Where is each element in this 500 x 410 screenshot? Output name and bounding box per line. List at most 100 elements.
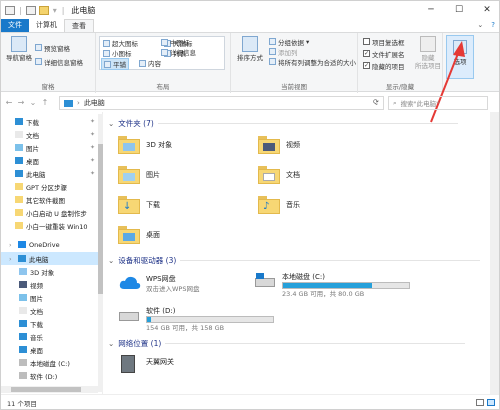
large-icons-view-icon[interactable] [487,399,495,406]
window-menu-icon[interactable] [5,5,15,15]
forward-icon[interactable]: → [15,98,27,107]
section-network[interactable]: ⌄ 网络位置 (1) [108,338,466,349]
up-icon[interactable]: ↑ [39,98,51,107]
chevron-right-icon[interactable]: › [9,241,15,249]
sidebar-item[interactable]: 小白启动 U 盘制作步 [1,206,99,219]
help-icon[interactable]: ? [491,19,495,32]
checkbox-checked[interactable]: ✓ [363,50,370,57]
ribbon-tabs: 文件 计算机 查看 ⌄ ? [1,19,499,32]
sort-by-button[interactable]: 排序方式 [235,36,265,62]
properties-icon[interactable] [25,5,36,15]
add-columns-button[interactable]: 添加列 [269,47,298,57]
folder-videos[interactable]: 视频 [258,136,300,154]
group-label: 显示/隐藏 [385,83,415,91]
section-folders[interactable]: ⌄ 文件夹 (7) [108,118,458,129]
sidebar-item[interactable]: 本地磁盘 (C:) [1,356,99,369]
sidebar-item[interactable]: 文档 ✦ [1,128,99,141]
device-drive-d[interactable]: 软件 (D:) 154 GB 可用，共 158 GB [118,306,274,333]
fit-columns-button[interactable]: 将所有列调整为合适的大小 [269,57,356,67]
sidebar-scrollbar[interactable] [98,114,103,392]
hide-selected-button[interactable]: 隐藏 所选项目 [414,36,442,70]
close-button[interactable]: ✕ [473,1,499,19]
sidebar-item[interactable]: 文档 [1,304,99,317]
file-extensions-toggle[interactable]: ✓ 文件扩展名 [363,49,405,59]
folder-3d-objects[interactable]: 3D 对象 [118,136,172,154]
maximize-button[interactable]: ☐ [445,1,473,19]
usage-bar [282,282,410,289]
nav-pane-button[interactable]: 导航窗格 [4,36,34,62]
sidebar-item[interactable]: GPT 分区步骤 [1,180,99,193]
picture-icon [19,294,27,301]
breadcrumb[interactable]: 此电脑 [84,98,105,108]
checkbox[interactable] [363,38,370,45]
network-gateway[interactable]: 天翼网关 [118,355,174,373]
preview-pane-button[interactable]: 预览窗格 [35,43,70,53]
folder-downloads[interactable]: ↓ 下载 [118,196,160,214]
video-icon [19,281,27,288]
sidebar-item[interactable]: 桌面 ✦ [1,154,99,167]
folder-music[interactable]: ♪ 音乐 [258,196,300,214]
sidebar-item[interactable]: 桌面 [1,343,99,356]
layout-details[interactable]: 详细信息 [161,47,196,57]
item-checkboxes-toggle[interactable]: 项目复选框 [363,37,405,47]
folder-pictures[interactable]: 图片 [118,166,160,184]
folder-desktop[interactable]: 桌面 [118,226,160,244]
sidebar-item[interactable]: 图片 ✦ [1,141,99,154]
address-bar[interactable]: › 此电脑 ⌄ [59,96,384,110]
customize-qat-icon[interactable]: ▾ [52,6,58,15]
breadcrumb-chevron-icon[interactable]: › [77,99,80,107]
layout-medium[interactable]: 中图标 [161,37,190,47]
sidebar-horizontal-scrollbar[interactable] [1,386,98,393]
layout-medium-icons[interactable]: 小图标 [103,48,132,58]
recent-locations-icon[interactable]: ⌄ [27,98,39,107]
sidebar-item[interactable]: 软件 (D:) [1,369,99,382]
details-view-icon[interactable] [476,399,484,406]
content-scrollbar[interactable] [490,112,499,394]
sidebar-item[interactable]: 视频 [1,278,99,291]
device-subtitle: 双击进入WPS网盘 [146,285,200,293]
sidebar-item[interactable]: 音乐 [1,330,99,343]
search-input[interactable]: ⌕ 搜索"此电脑" [388,96,488,110]
document-icon [15,131,23,138]
refresh-icon[interactable]: ⟳ [373,98,379,106]
chevron-right-icon[interactable]: › [9,255,15,263]
section-devices[interactable]: ⌄ 设备和驱动器 (3) [108,255,481,266]
scroll-thumb[interactable] [98,144,103,294]
layout-content[interactable]: 内容 [139,58,161,68]
checkbox-checked[interactable]: ✓ [363,62,370,69]
sidebar-item[interactable]: 此电脑 ✦ [1,167,99,180]
device-name: 软件 (D:) [146,307,176,315]
sidebar-item[interactable]: 下载 [1,317,99,330]
tab-view[interactable]: 查看 [64,19,94,32]
cloud-drive-icon [118,274,141,292]
downloads-folder-icon: ↓ [118,196,140,214]
back-icon[interactable]: ← [3,98,15,107]
sidebar-item[interactable]: 其它软件截图 [1,193,99,206]
folder-documents[interactable]: 文档 [258,166,300,184]
chevron-down-icon: ⌄ [108,339,115,348]
layout-tiles[interactable]: 平铺 [101,58,129,70]
details-pane-button[interactable]: 详细信息窗格 [35,57,83,67]
new-folder-icon[interactable] [38,5,49,15]
device-wps-drive[interactable]: WPS网盘 双击进入WPS网盘 [118,274,199,294]
document-icon [19,307,27,314]
device-drive-c[interactable]: 本地磁盘 (C:) 23.4 GB 可用，共 80.0 GB [254,272,410,299]
sort-icon [242,36,258,52]
sidebar-item[interactable]: 下载 ✦ [1,115,99,128]
hidden-items-toggle[interactable]: ✓ 隐藏的项目 [363,61,405,71]
sidebar-item[interactable]: › OneDrive [1,238,99,251]
scroll-thumb[interactable] [11,387,81,392]
layout-extra-large-icons[interactable]: 超大图标 [103,38,138,48]
folder-icon [15,222,23,229]
group-by-button[interactable]: 分组依据 ▾ [269,37,309,47]
minimize-button[interactable]: ─ [417,1,445,19]
tab-computer[interactable]: 计算机 [29,19,64,32]
options-button[interactable]: 选项 [446,35,474,79]
content-view-icon [139,59,146,67]
tab-file[interactable]: 文件 [1,19,29,32]
sidebar-item[interactable]: 图片 [1,291,99,304]
sidebar-item[interactable]: 3D 对象 [1,265,99,278]
sidebar-item[interactable]: › 此电脑 [1,252,99,265]
collapse-ribbon-icon[interactable]: ⌄ [477,19,483,32]
sidebar-item[interactable]: 小白一键重装 Win10 [1,219,99,232]
